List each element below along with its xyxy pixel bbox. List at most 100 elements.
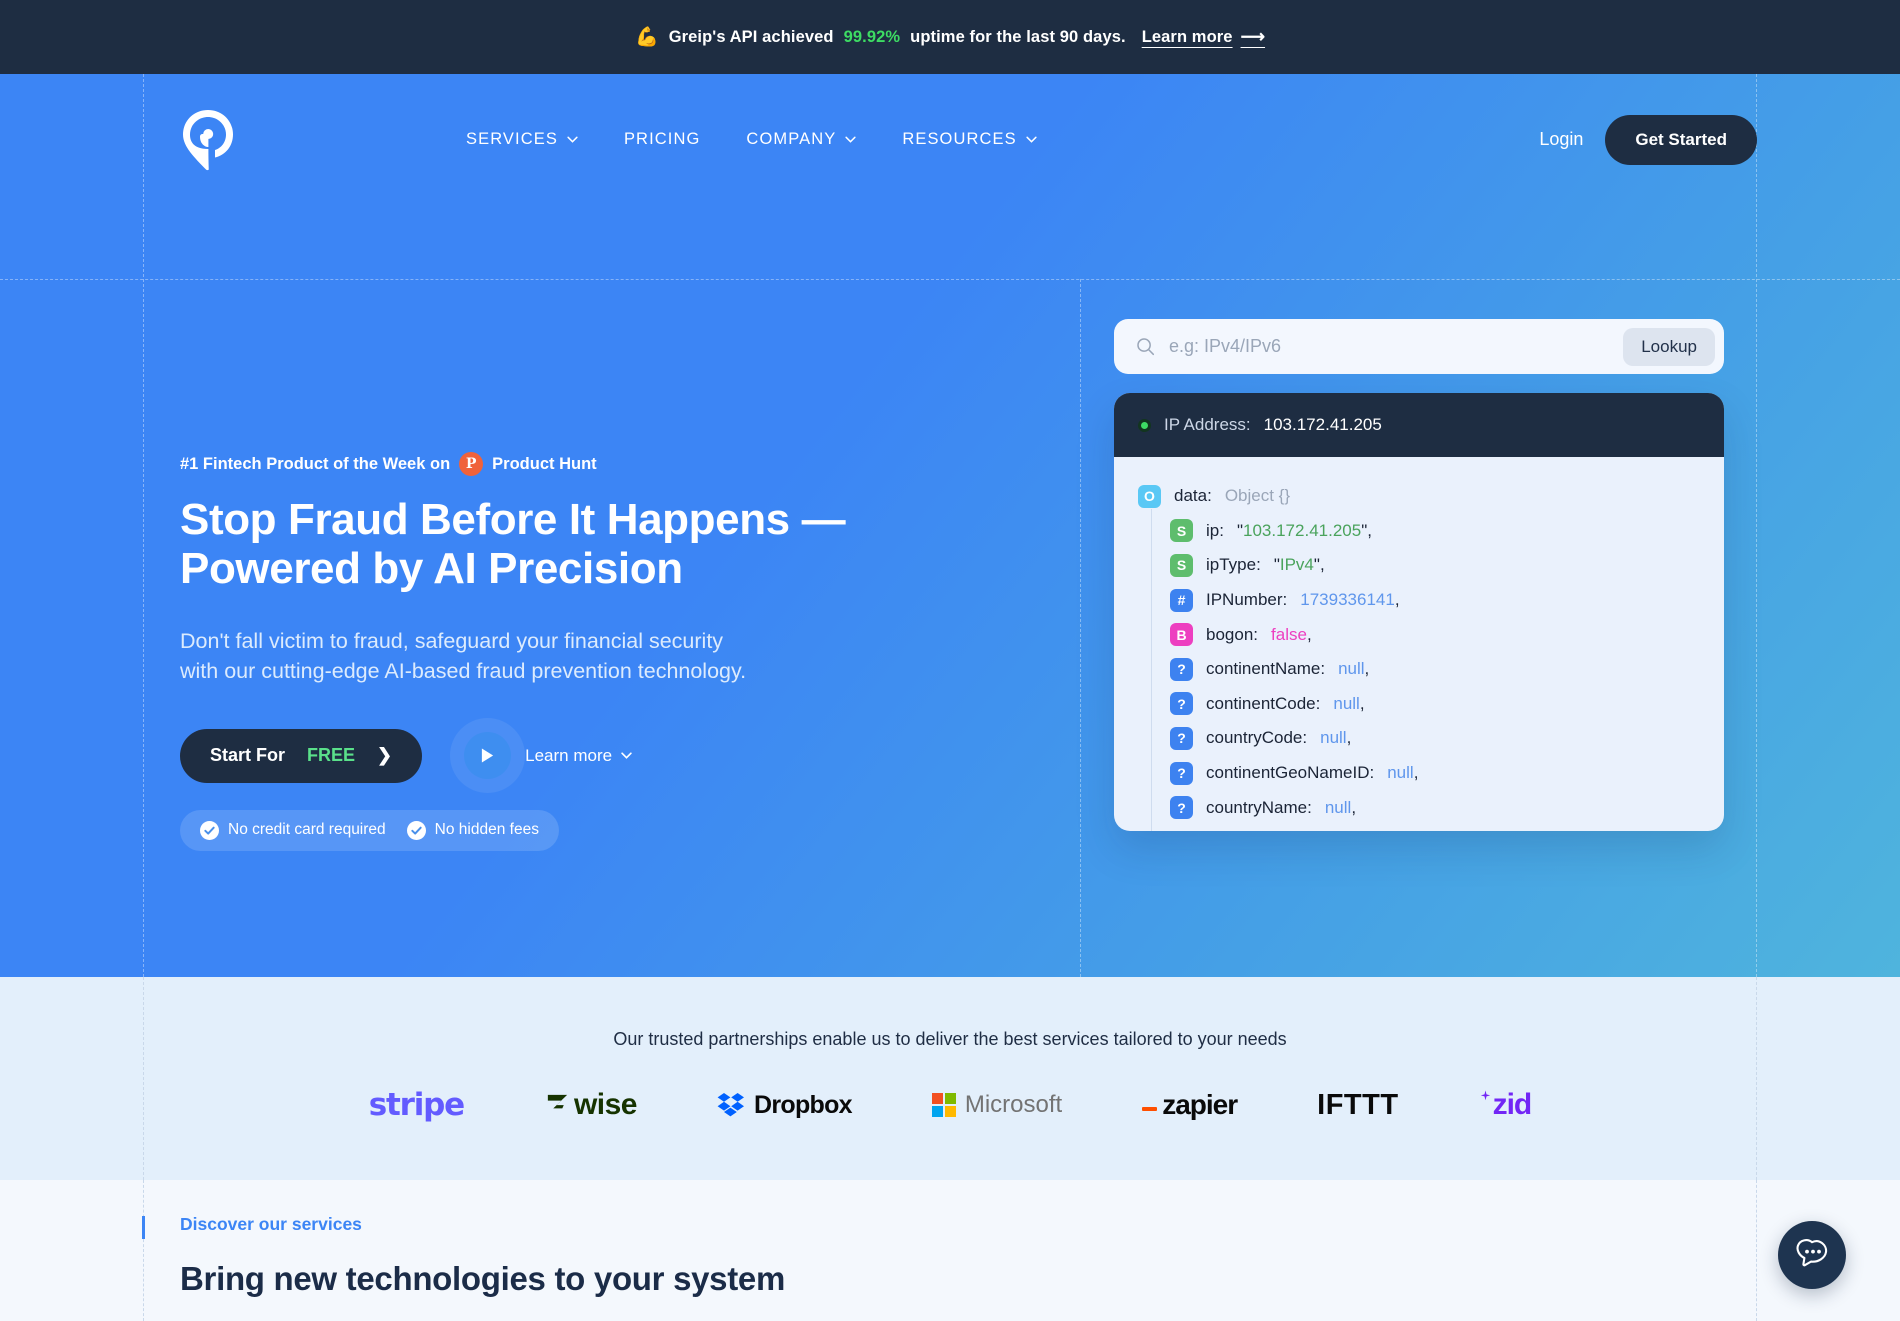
partner-logo-wise[interactable]: wise [504, 1082, 677, 1128]
product-hunt-icon: P [459, 452, 484, 476]
null-type-icon: ? [1170, 657, 1193, 681]
wise-mark-icon [547, 1094, 568, 1108]
json-key: bogon: [1206, 624, 1259, 644]
search-icon [1137, 338, 1155, 356]
badge-no-hidden-fees-label: No hidden fees [434, 821, 539, 839]
dropbox-logo-text: Dropbox [753, 1090, 853, 1119]
json-row[interactable]: B bogon: false, [1138, 617, 1700, 652]
json-value: "103.172.41.205", [1236, 520, 1372, 540]
chevron-right-icon: ❯ [377, 745, 393, 766]
json-row[interactable]: # IPNumber: 1739336141, [1138, 583, 1700, 618]
wise-logo: wise [544, 1088, 637, 1122]
json-viewer[interactable]: O data: Object {} S ip: "103.172.41.205"… [1114, 457, 1724, 831]
greip-logo[interactable] [180, 109, 236, 171]
null-type-icon: ? [1170, 726, 1193, 750]
json-row[interactable]: ? continentGeoNameID: null, [1138, 756, 1700, 791]
ip-result-header: IP Address: 103.172.41.205 [1114, 393, 1724, 457]
zid-sparkle-icon [1480, 1090, 1490, 1101]
partner-logo-zid[interactable]: zid [1439, 1082, 1572, 1128]
json-root-row[interactable]: O data: Object {} [1138, 479, 1700, 514]
learn-more-toggle[interactable]: Learn more [525, 746, 632, 766]
services-section: Discover our services Bring new technolo… [0, 1180, 1900, 1321]
zapier-logo-text: zapier [1162, 1089, 1238, 1120]
nav-links: SERVICES PRICING COMPANY RESOURCES [466, 130, 1037, 149]
partner-logo-stripe[interactable]: stripe [329, 1082, 504, 1128]
announcement-banner: 💪 Greip's API achieved 99.92% uptime for… [0, 0, 1900, 74]
headline-line-2: Powered by AI Precision [180, 543, 683, 593]
json-row[interactable]: ? countryName: null, [1138, 790, 1700, 825]
ip-search-bar: Lookup [1114, 319, 1724, 374]
nav-item-company[interactable]: COMPANY [746, 130, 856, 149]
login-link[interactable]: Login [1539, 129, 1583, 150]
announcement-learn-more-link[interactable]: Learn more ⟶ [1142, 27, 1265, 47]
nav-item-services[interactable]: SERVICES [466, 130, 578, 149]
ip-address-value: 103.172.41.205 [1263, 415, 1382, 434]
main-navigation: SERVICES PRICING COMPANY RESOURCES Login… [0, 74, 1900, 205]
badge-no-credit-card-label: No credit card required [228, 821, 386, 839]
null-type-icon: ? [1170, 692, 1193, 716]
chevron-down-icon [621, 752, 632, 760]
dropbox-mark-icon [717, 1093, 744, 1117]
json-root-meta: Object {} [1224, 486, 1291, 506]
json-value: null, [1338, 659, 1370, 679]
badge-no-hidden-fees: No hidden fees [406, 820, 539, 840]
nav-item-pricing-label: PRICING [623, 130, 701, 148]
watch-video-control[interactable]: Learn more [464, 732, 632, 780]
json-row[interactable]: S ipType: "IPv4", [1138, 548, 1700, 583]
services-eyebrow: Discover our services [180, 1214, 362, 1234]
json-value: null, [1324, 797, 1357, 817]
partner-logo-zapier[interactable]: zapier [1102, 1082, 1277, 1128]
partners-caption: Our trusted partnerships enable us to de… [613, 1029, 1287, 1049]
nav-item-pricing[interactable]: PRICING [624, 130, 700, 149]
announcement-text-before: Greip's API achieved [668, 27, 834, 46]
wise-logo-text: wise [573, 1088, 638, 1121]
ip-search-input[interactable] [1169, 336, 1610, 357]
json-root-key: data: [1174, 486, 1212, 506]
ip-lookup-widget: Lookup IP Address: 103.172.41.205 O data… [1114, 319, 1724, 831]
check-circle-icon [200, 820, 219, 840]
json-key: countryName: [1206, 797, 1312, 817]
services-accent-bar [142, 1216, 145, 1239]
get-started-button[interactable]: Get Started [1605, 114, 1757, 165]
layout-guide-middle [1080, 279, 1081, 977]
layout-guide-top [0, 279, 1900, 280]
json-row[interactable]: ? continentCode: null, [1138, 687, 1700, 722]
chat-bubble-icon [1796, 1239, 1828, 1267]
lookup-button[interactable]: Lookup [1623, 327, 1715, 366]
json-row[interactable]: ? continentName: null, [1138, 652, 1700, 687]
json-key: continentGeoNameID: [1206, 763, 1375, 783]
number-type-icon: # [1170, 588, 1193, 612]
chat-widget-button[interactable] [1778, 1221, 1846, 1289]
json-row-partial[interactable]: ? [1138, 825, 1700, 831]
chevron-down-icon [567, 136, 578, 143]
microsoft-mark-icon [931, 1093, 956, 1117]
zapier-mark-icon [1142, 1107, 1158, 1111]
json-key: IPNumber: [1206, 590, 1288, 610]
json-row[interactable]: S ip: "103.172.41.205", [1138, 514, 1700, 549]
status-dot-icon [1138, 418, 1151, 432]
start-for-free-button[interactable]: Start For FREE ❯ [180, 728, 423, 783]
string-type-icon: S [1170, 519, 1193, 543]
product-hunt-award: #1 Fintech Product of the Week on P Prod… [180, 452, 980, 476]
subtitle-line-1: Don't fall victim to fraud, safeguard yo… [180, 628, 724, 653]
partner-logo-ifttt[interactable]: IFTTT [1277, 1082, 1438, 1128]
nav-item-services-label: SERVICES [466, 130, 558, 148]
partner-logo-microsoft[interactable]: Microsoft [892, 1082, 1102, 1128]
headline-line-1: Stop Fraud Before It Happens — [180, 495, 846, 544]
string-type-icon: S [1170, 553, 1193, 577]
layout-guide-right [1756, 1180, 1757, 1321]
learn-more-label: Learn more [525, 745, 613, 765]
announcement-uptime-percent: 99.92% [843, 27, 901, 46]
layout-guide-left [143, 977, 144, 1180]
play-icon[interactable] [464, 732, 512, 780]
microsoft-logo: Microsoft [931, 1091, 1062, 1119]
hero-section: SERVICES PRICING COMPANY RESOURCES Login… [0, 74, 1900, 977]
dropbox-logo: Dropbox [717, 1090, 853, 1120]
subtitle-line-2: with our cutting-edge AI-based fraud pre… [180, 659, 747, 684]
json-row[interactable]: ? countryCode: null, [1138, 721, 1700, 756]
nav-item-resources[interactable]: RESOURCES [902, 130, 1037, 149]
hero-subtitle: Don't fall victim to fraud, safeguard yo… [180, 626, 910, 687]
layout-guide-right [1756, 977, 1757, 1180]
chevron-down-icon [845, 136, 856, 143]
partner-logo-dropbox[interactable]: Dropbox [677, 1082, 892, 1128]
